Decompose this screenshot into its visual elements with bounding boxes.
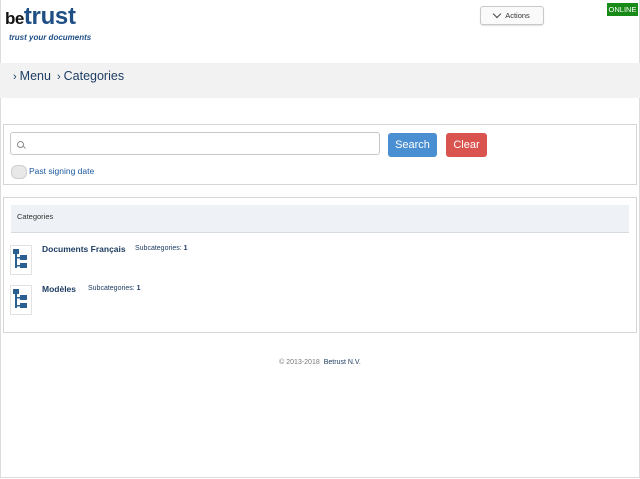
category-name[interactable]: Documents Français — [42, 244, 126, 254]
online-status-badge: ONLINE — [607, 3, 638, 16]
past-signing-toggle[interactable] — [11, 165, 27, 179]
past-signing-label[interactable]: Past signing date — [29, 166, 94, 176]
footer-company-link[interactable]: Betrust N.V. — [324, 359, 361, 366]
footer-copyright: © 2013-2018 — [279, 359, 320, 366]
logo-tagline: trust your documents — [9, 33, 92, 42]
actions-button[interactable]: Actions — [480, 6, 544, 25]
category-name[interactable]: Modèles — [42, 284, 76, 294]
betrust-logo[interactable]: betrust — [5, 3, 76, 31]
search-icon — [17, 141, 24, 148]
actions-label: Actions — [505, 11, 530, 20]
category-row[interactable]: Modèles Subcategories: 1 — [10, 284, 610, 315]
category-row[interactable]: Documents Français Subcategories: 1 — [10, 244, 610, 275]
categories-title: Categories — [17, 212, 54, 221]
clear-button[interactable]: Clear — [446, 133, 487, 157]
chevron-right-icon: › — [56, 71, 61, 83]
category-tree-icon — [10, 285, 32, 315]
logo-be: be — [5, 9, 24, 28]
categories-header: Categories — [11, 205, 629, 233]
chevron-down-icon — [492, 9, 502, 19]
subcategories-count: Subcategories: 1 — [135, 245, 188, 252]
subcategories-count: Subcategories: 1 — [88, 285, 141, 292]
breadcrumb-item-menu[interactable]: Menu — [20, 69, 51, 83]
breadcrumb: › Menu › Categories — [13, 69, 124, 83]
breadcrumb-item-categories[interactable]: Categories — [64, 69, 124, 83]
logo-trust: trust — [23, 3, 76, 30]
search-input[interactable] — [10, 132, 380, 155]
chevron-right-icon: › — [13, 71, 17, 83]
search-button[interactable]: Search — [388, 133, 437, 157]
footer: © 2013-2018 Betrust N.V. — [0, 359, 640, 366]
category-tree-icon — [10, 245, 32, 275]
